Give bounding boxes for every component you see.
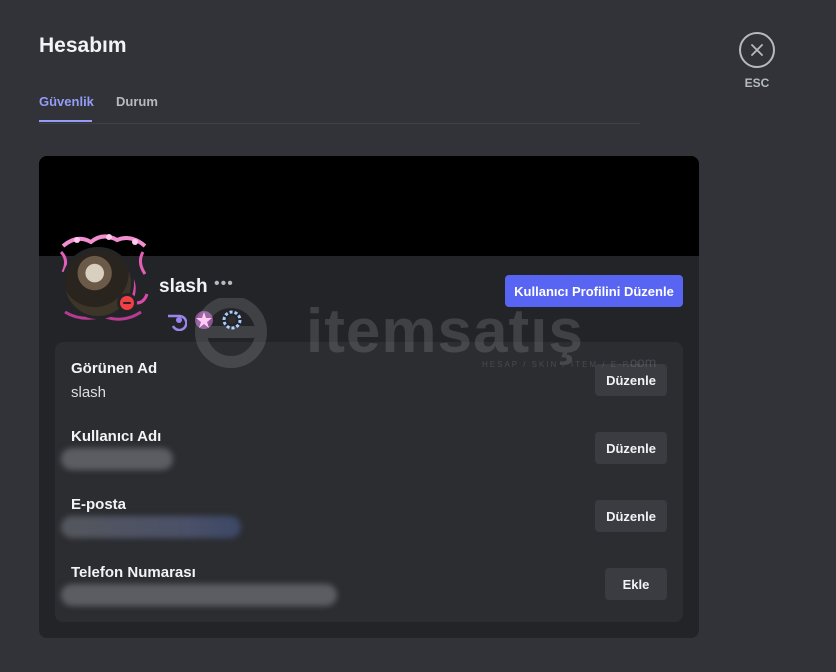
field-label: Kullanıcı Adı [71, 428, 162, 445]
profile-username: slash [159, 276, 208, 297]
redacted-value [61, 584, 337, 606]
edit-username-button[interactable]: Düzenle [595, 432, 667, 464]
field-username: Kullanıcı Adı Düzenle [61, 428, 667, 484]
field-phone: Telefon Numarası Ekle [61, 564, 667, 620]
account-settings-page: Hesabım Güvenlik Durum ESC slash ••• Kul… [0, 0, 836, 672]
redacted-value [61, 448, 173, 470]
avatar-decoration [57, 232, 149, 324]
profile-badges [164, 308, 244, 332]
status-badge [117, 293, 137, 313]
active-tab-indicator [39, 120, 92, 122]
edit-user-profile-button[interactable]: Kullanıcı Profilini Düzenle [505, 275, 683, 307]
field-display-name: Görünen Ad slash Düzenle [71, 360, 667, 416]
boost-badge-icon[interactable] [220, 308, 244, 332]
do-not-disturb-icon [120, 296, 134, 310]
tab-bar: Güvenlik Durum [39, 93, 640, 124]
profile-card: slash ••• Kullanıcı Profilini Düzenle Gö… [39, 156, 699, 638]
field-value: slash [71, 384, 107, 401]
tab-security[interactable]: Güvenlik [39, 94, 94, 109]
field-email: E-posta Düzenle [61, 496, 667, 552]
field-label: Görünen Ad [71, 360, 158, 377]
more-horizontal-icon[interactable]: ••• [214, 275, 234, 293]
close-icon [751, 44, 763, 56]
edit-email-button[interactable]: Düzenle [595, 500, 667, 532]
tab-status[interactable]: Durum [116, 94, 158, 109]
edit-display-name-button[interactable]: Düzenle [595, 364, 667, 396]
close-button[interactable] [739, 32, 775, 68]
esc-label: ESC [744, 76, 770, 90]
page-title: Hesabım [39, 34, 127, 57]
add-phone-button[interactable]: Ekle [605, 568, 667, 600]
field-label: E-posta [71, 496, 127, 513]
nitro-badge-icon[interactable] [192, 308, 216, 332]
redacted-value [61, 516, 241, 538]
account-info-panel: Görünen Ad slash Düzenle Kullanıcı Adı D… [55, 342, 683, 622]
hypesquad-badge-icon[interactable] [164, 308, 188, 332]
field-label: Telefon Numarası [71, 564, 196, 581]
close-control: ESC [739, 32, 775, 90]
